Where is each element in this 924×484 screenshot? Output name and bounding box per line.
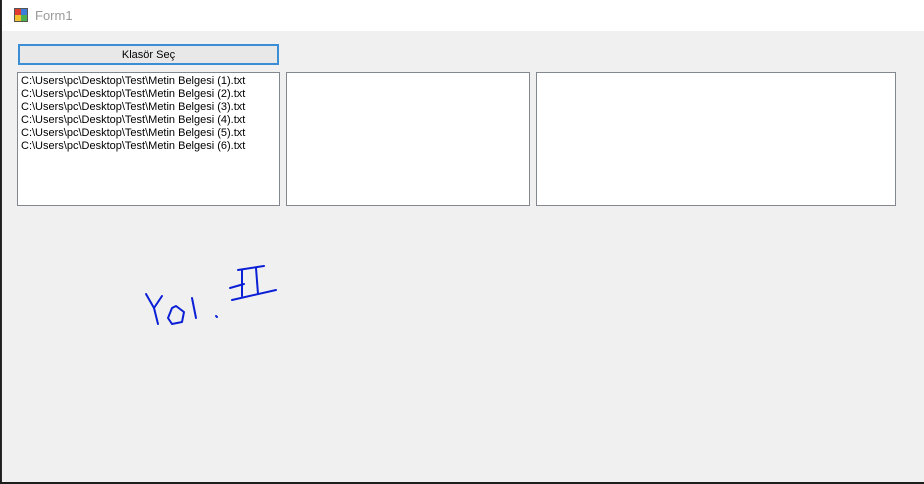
list-item[interactable]: C:\Users\pc\Desktop\Test\Metin Belgesi (… [18,88,279,101]
form-window: Form1 Klasör Seç C:\Users\pc\Desktop\Tes… [1,0,924,482]
select-folder-button[interactable]: Klasör Seç [18,44,279,65]
window-title: Form1 [35,8,73,23]
file-list-items: C:\Users\pc\Desktop\Test\Metin Belgesi (… [18,73,279,153]
handwritten-annotation [145,265,277,325]
third-list-box[interactable] [536,72,896,206]
list-item[interactable]: C:\Users\pc\Desktop\Test\Metin Belgesi (… [18,114,279,127]
list-item[interactable]: C:\Users\pc\Desktop\Test\Metin Belgesi (… [18,101,279,114]
form-app-icon [14,8,28,22]
form-client-area: Klasör Seç C:\Users\pc\Desktop\Test\Meti… [2,31,924,482]
second-list-box[interactable] [286,72,530,206]
file-list-box[interactable]: C:\Users\pc\Desktop\Test\Metin Belgesi (… [17,72,280,206]
title-bar[interactable]: Form1 [2,0,924,32]
list-item[interactable]: C:\Users\pc\Desktop\Test\Metin Belgesi (… [18,127,279,140]
list-item[interactable]: C:\Users\pc\Desktop\Test\Metin Belgesi (… [18,140,279,153]
list-item[interactable]: C:\Users\pc\Desktop\Test\Metin Belgesi (… [18,75,279,88]
